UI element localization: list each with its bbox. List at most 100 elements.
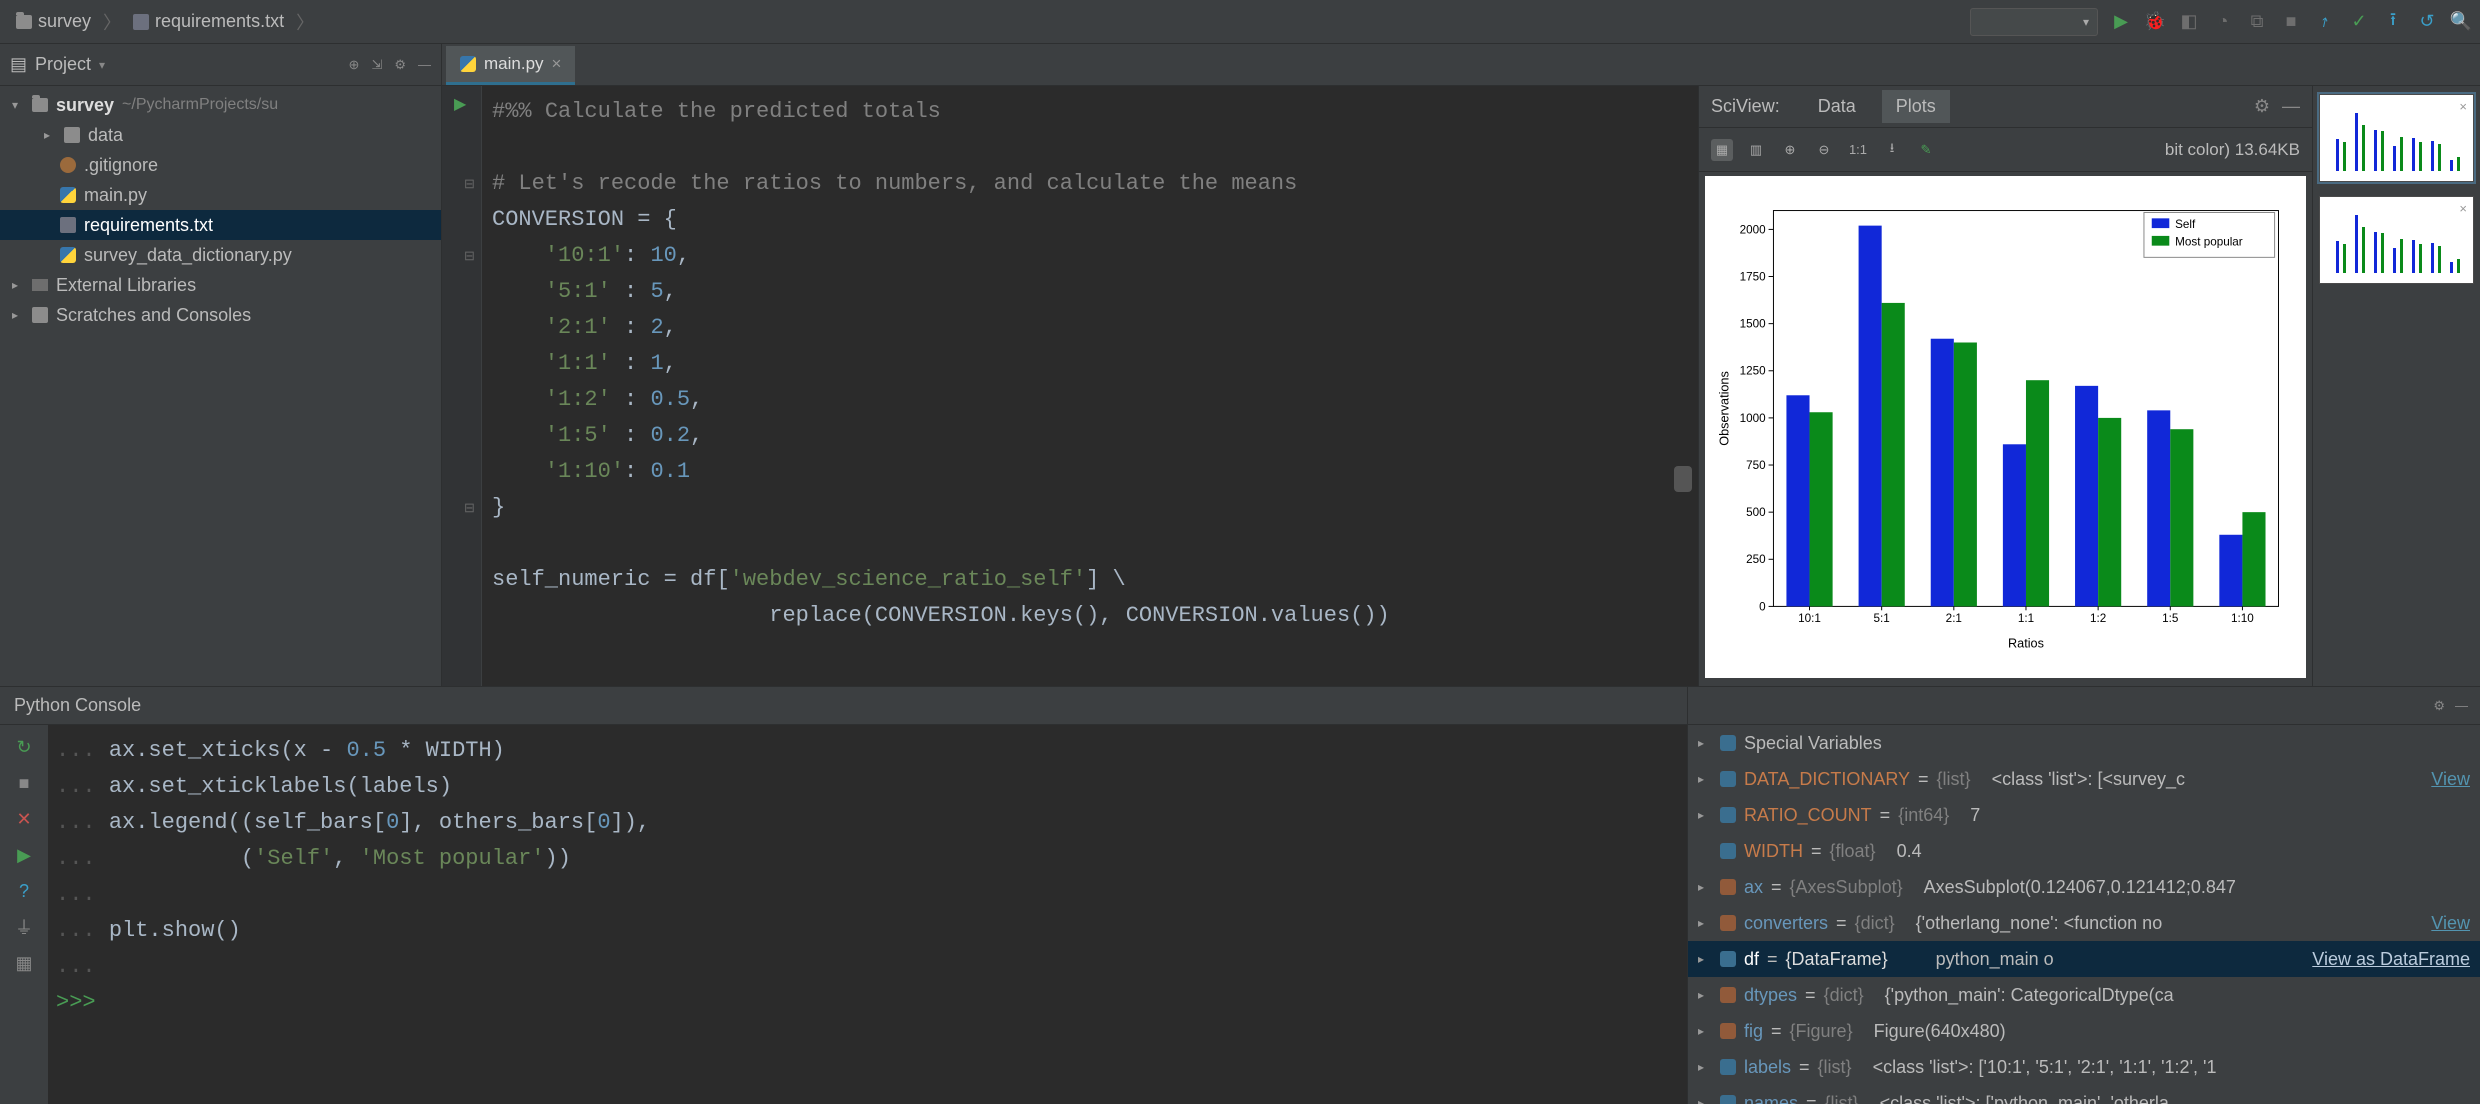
svg-text:250: 250: [1746, 553, 1766, 566]
actual-size-icon[interactable]: ▥: [1745, 139, 1767, 161]
close-icon[interactable]: ✕: [12, 807, 36, 831]
svg-text:Observations: Observations: [1718, 371, 1732, 446]
sciview-tabs: SciView: Data Plots ⚙ ―: [1699, 86, 2312, 128]
hide-icon[interactable]: ―: [2282, 96, 2300, 117]
editor-gutter[interactable]: ▶ ⊟ ⊟ ⊟: [442, 86, 482, 686]
breadcrumb-root[interactable]: survey: [8, 11, 99, 32]
var-row[interactable]: ▸ labels = {list} <class 'list'>: ['10:1…: [1688, 1049, 2480, 1085]
group-icon: [1720, 735, 1736, 751]
toolbar-right: ▶ 🐞 ◧ ◔ ⧉ ■ ⭎ ✓ ⭱ ↺ 🔍: [1970, 8, 2472, 36]
library-icon: [32, 279, 48, 291]
var-row[interactable]: ▸ RATIO_COUNT = {int64} 7: [1688, 797, 2480, 833]
tree-item-main-py[interactable]: main.py: [0, 180, 441, 210]
svg-text:0: 0: [1759, 600, 1766, 613]
svg-text:1750: 1750: [1740, 270, 1767, 283]
gear-icon[interactable]: ⚙: [2254, 96, 2270, 117]
view-link[interactable]: View: [2431, 769, 2470, 790]
fold-icon[interactable]: ⊟: [464, 176, 475, 192]
color-picker-icon[interactable]: ✎: [1915, 139, 1937, 161]
view-link[interactable]: View: [2431, 913, 2470, 934]
fold-icon[interactable]: ⊟: [464, 248, 475, 264]
tree-root-label: survey: [56, 95, 114, 116]
git-push-icon[interactable]: ⭱: [2382, 11, 2404, 33]
run-icon[interactable]: ▶: [2110, 11, 2132, 33]
editor-tab-row: main.py ×: [442, 44, 2480, 85]
zoom-out-icon[interactable]: ⊖: [1813, 139, 1835, 161]
variables-list[interactable]: ▸ Special Variables ▸ DATA_DICTIONARY = …: [1688, 725, 2480, 1104]
var-row[interactable]: ▸ names = {list} <class 'list'>: ['pytho…: [1688, 1085, 2480, 1104]
fit-icon[interactable]: ▦: [1711, 139, 1733, 161]
obj-icon: [1720, 879, 1736, 895]
profile-icon[interactable]: ◔: [2212, 11, 2234, 33]
concurrency-icon[interactable]: ⧉: [2246, 11, 2268, 33]
tree-item-label: main.py: [84, 185, 147, 206]
git-pull-icon[interactable]: ⭎: [2314, 11, 2336, 33]
tree-root[interactable]: ▾ survey ~/PycharmProjects/su: [0, 90, 441, 120]
var-row[interactable]: ▸ ax = {AxesSubplot} AxesSubplot(0.12406…: [1688, 869, 2480, 905]
tab-plots[interactable]: Plots: [1882, 90, 1950, 123]
int-icon: [1720, 807, 1736, 823]
var-label: Special Variables: [1744, 733, 1882, 754]
collapse-all-icon[interactable]: ⇲: [371, 57, 382, 73]
scrollbar-thumb[interactable]: [1674, 466, 1692, 492]
run-config-dropdown[interactable]: [1970, 8, 2098, 36]
help-icon[interactable]: ?: [12, 879, 36, 903]
stop-icon[interactable]: ■: [12, 771, 36, 795]
hide-icon[interactable]: ―: [418, 57, 431, 73]
tab-data[interactable]: Data: [1804, 90, 1870, 123]
tree-item-survey-dict[interactable]: survey_data_dictionary.py: [0, 240, 441, 270]
editor-tab-main-py[interactable]: main.py ×: [446, 46, 575, 85]
var-row-df[interactable]: ▸ df = {DataFrame} python_main o View as…: [1688, 941, 2480, 977]
plot-canvas[interactable]: 02505007501000125015001750200010:15:12:1…: [1705, 176, 2306, 678]
var-row[interactable]: WIDTH = {float} 0.4: [1688, 833, 2480, 869]
svg-text:5:1: 5:1: [1874, 612, 1890, 625]
editor-tab-label: main.py: [484, 54, 544, 74]
var-row[interactable]: ▸ fig = {Figure} Figure(640x480): [1688, 1013, 2480, 1049]
project-tree[interactable]: ▾ survey ~/PycharmProjects/su ▸ data .gi…: [0, 86, 442, 686]
run-cell-icon[interactable]: ▶: [454, 94, 466, 114]
var-row[interactable]: ▸ dtypes = {dict} {'python_main': Catego…: [1688, 977, 2480, 1013]
view-dataframe-link[interactable]: View as DataFrame: [2312, 949, 2470, 970]
float-icon: [1720, 843, 1736, 859]
close-icon[interactable]: ×: [552, 54, 562, 74]
save-plot-icon[interactable]: ⭳: [1881, 139, 1903, 161]
coverage-icon[interactable]: ◧: [2178, 11, 2200, 33]
tree-item-scratches[interactable]: ▸ Scratches and Consoles: [0, 300, 441, 330]
tree-item-label: Scratches and Consoles: [56, 305, 251, 326]
tree-item-gitignore[interactable]: .gitignore: [0, 150, 441, 180]
plot-thumbnail[interactable]: ×: [2319, 94, 2474, 182]
gear-icon[interactable]: ⚙: [2433, 698, 2445, 714]
hide-icon[interactable]: ―: [2455, 698, 2468, 713]
git-commit-icon[interactable]: ✓: [2348, 11, 2370, 33]
locate-icon[interactable]: ⊕: [349, 57, 360, 73]
code-content[interactable]: #%% Calculate the predicted totals # Let…: [482, 86, 1698, 686]
search-everywhere-icon[interactable]: 🔍: [2450, 11, 2472, 33]
attach-debugger-icon[interactable]: ⏚: [12, 915, 36, 939]
debug-icon[interactable]: 🐞: [2144, 11, 2166, 33]
code-editor[interactable]: ▶ ⊟ ⊟ ⊟ #%% Calculate the predicted tota…: [442, 86, 1698, 686]
breadcrumb-root-label: survey: [38, 11, 91, 32]
python-console-title: Python Console: [0, 687, 1687, 725]
chevron-down-icon[interactable]: ▾: [99, 58, 105, 72]
breadcrumb-file[interactable]: requirements.txt: [125, 11, 292, 32]
tree-item-label: survey_data_dictionary.py: [84, 245, 292, 266]
execute-icon[interactable]: ▶: [12, 843, 36, 867]
reset-zoom-icon[interactable]: 1:1: [1847, 139, 1869, 161]
tree-item-requirements[interactable]: requirements.txt: [0, 210, 441, 240]
console-output[interactable]: ... ax.set_xticks(x - 0.5 * WIDTH) ... a…: [48, 725, 1687, 1104]
list-icon: [1720, 1059, 1736, 1075]
tree-item-data[interactable]: ▸ data: [0, 120, 441, 150]
gear-icon[interactable]: ⚙: [394, 57, 406, 73]
plot-thumbnail[interactable]: ×: [2319, 196, 2474, 284]
git-icon: [60, 157, 76, 173]
history-icon[interactable]: ↺: [2416, 11, 2438, 33]
stop-icon[interactable]: ■: [2280, 11, 2302, 33]
var-row-special[interactable]: ▸ Special Variables: [1688, 725, 2480, 761]
settings-icon[interactable]: ▦: [12, 951, 36, 975]
var-row[interactable]: ▸ DATA_DICTIONARY = {list} <class 'list'…: [1688, 761, 2480, 797]
zoom-in-icon[interactable]: ⊕: [1779, 139, 1801, 161]
tree-item-external-libraries[interactable]: ▸ External Libraries: [0, 270, 441, 300]
rerun-icon[interactable]: ↻: [12, 735, 36, 759]
var-row[interactable]: ▸ converters = {dict} {'otherlang_none':…: [1688, 905, 2480, 941]
fold-icon[interactable]: ⊟: [464, 500, 475, 516]
